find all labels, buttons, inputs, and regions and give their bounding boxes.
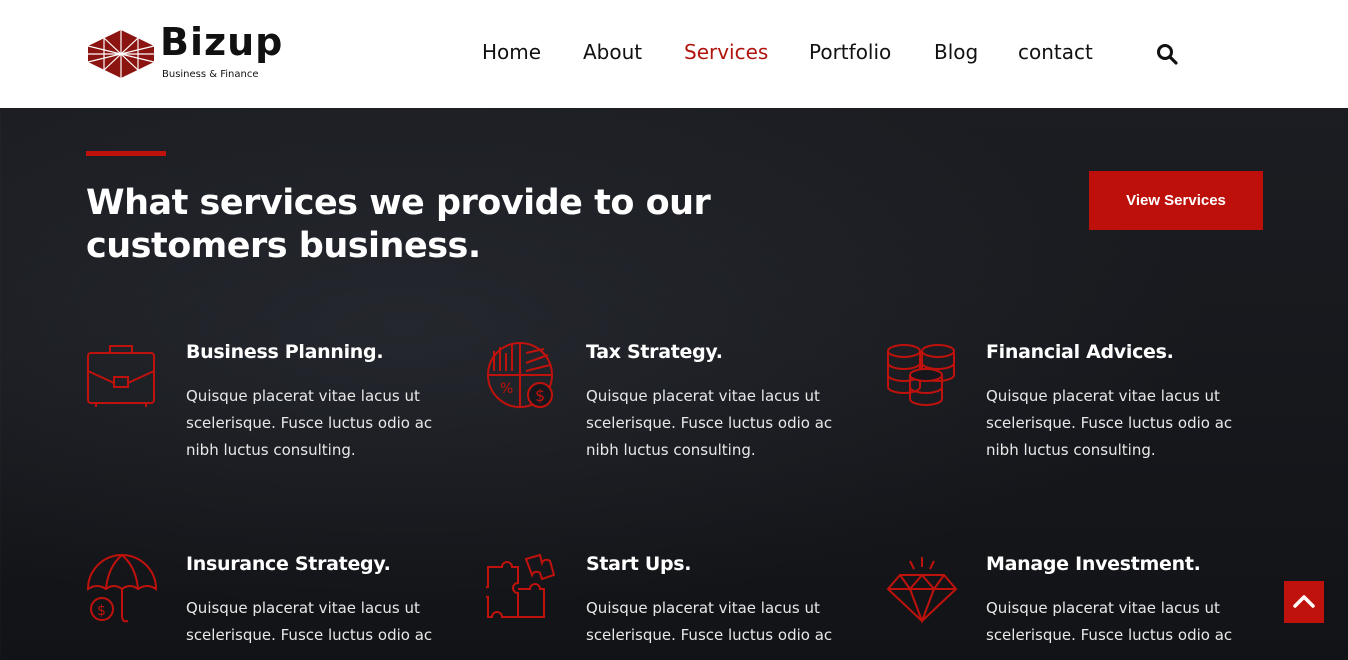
heading-line-1: What services we provide to our: [86, 183, 711, 223]
scroll-to-top-button[interactable]: [1284, 581, 1324, 623]
service-description: Quisque placerat vitae lacus ut sceleris…: [986, 387, 1233, 459]
service-description: Quisque placerat vitae lacus ut sceleris…: [986, 599, 1233, 644]
service-manage-investment: Manage Investment. Quisque placerat vita…: [886, 553, 1266, 660]
service-title: Business Planning.: [186, 341, 384, 363]
service-title: Start Ups.: [586, 553, 692, 575]
service-insurance-strategy: $ Insurance Strategy. Quisque placerat v…: [86, 553, 466, 660]
main-nav: Home About Services Portfolio Blog conta…: [0, 40, 1348, 68]
site-header: Bizup Business & Finance Home About Serv…: [0, 0, 1348, 108]
service-description: Quisque placerat vitae lacus ut sceleris…: [586, 387, 833, 459]
nav-contact[interactable]: contact: [1018, 40, 1093, 64]
nav-portfolio[interactable]: Portfolio: [809, 40, 891, 64]
svg-text:%: %: [500, 381, 513, 397]
view-services-button[interactable]: View Services: [1089, 171, 1263, 230]
service-financial-advices: Financial Advices. Quisque placerat vita…: [886, 341, 1266, 481]
svg-text:$: $: [97, 603, 106, 619]
service-description: Quisque placerat vitae lacus ut sceleris…: [186, 599, 433, 644]
nav-services[interactable]: Services: [684, 40, 768, 64]
tax-chart-icon: $ %: [487, 342, 553, 408]
nav-home[interactable]: Home: [482, 40, 541, 64]
section-heading: What services we provide to our customer…: [86, 182, 746, 268]
chevron-up-icon: [1293, 595, 1315, 608]
nav-about[interactable]: About: [583, 40, 642, 64]
umbrella-icon: $: [86, 554, 158, 623]
service-title: Insurance Strategy.: [186, 553, 391, 575]
service-description: Quisque placerat vitae lacus ut sceleris…: [186, 387, 433, 459]
briefcase-icon: [87, 345, 155, 407]
nav-blog[interactable]: Blog: [934, 40, 978, 64]
service-start-ups: Start Ups. Quisque placerat vitae lacus …: [486, 553, 866, 660]
services-section: What services we provide to our customer…: [0, 108, 1348, 660]
service-tax-strategy: $ % Tax Strategy. Quisque placerat vitae…: [486, 341, 866, 481]
service-description: Quisque placerat vitae lacus ut sceleris…: [586, 599, 833, 644]
service-title: Financial Advices.: [986, 341, 1174, 363]
accent-bar: [86, 151, 166, 156]
brand-tagline: Business & Finance: [162, 69, 259, 80]
coins-icon: [887, 344, 955, 406]
service-title: Tax Strategy.: [586, 341, 723, 363]
search-icon[interactable]: [1156, 43, 1178, 65]
puzzle-icon: [486, 553, 556, 618]
diamond-icon: [886, 557, 958, 624]
service-title: Manage Investment.: [986, 553, 1201, 575]
service-business-planning: Business Planning. Quisque placerat vita…: [86, 341, 466, 481]
heading-line-2: customers business.: [86, 226, 481, 266]
svg-text:$: $: [535, 386, 545, 405]
